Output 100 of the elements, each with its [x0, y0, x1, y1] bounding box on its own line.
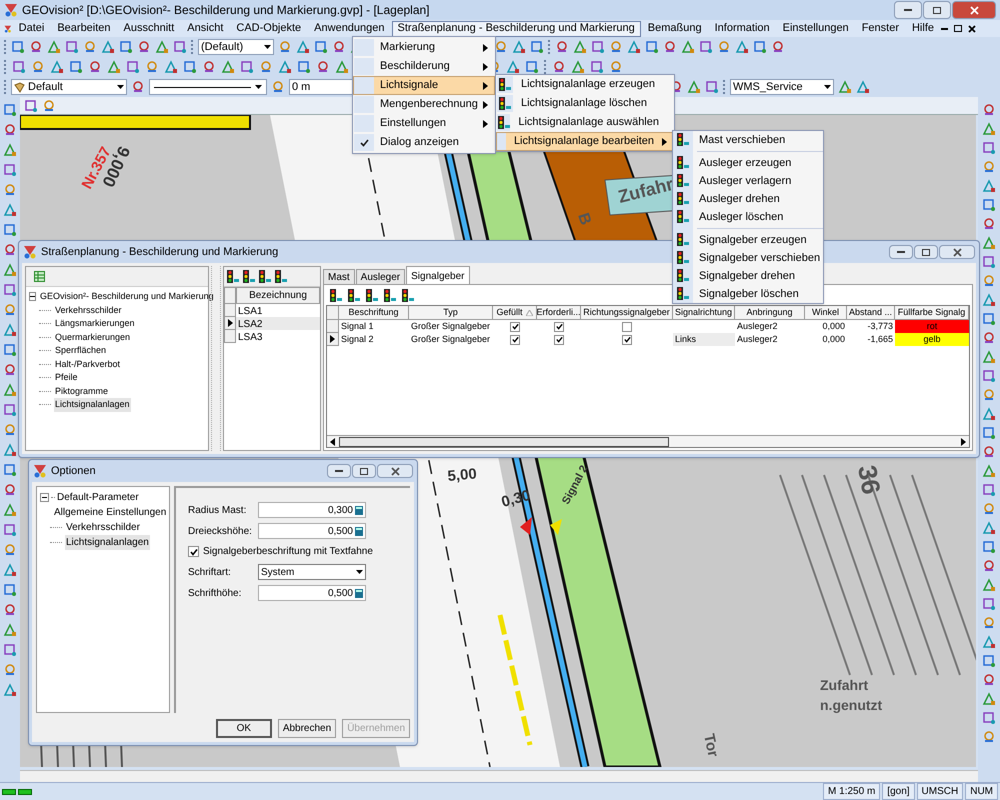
tool-icon[interactable]: [717, 40, 731, 54]
menu-entry[interactable]: Ausleger löschen: [673, 208, 823, 226]
tool-icon[interactable]: [982, 293, 996, 307]
tool-icon[interactable]: [42, 98, 56, 112]
menu-entry[interactable]: Signalgeber erzeugen: [673, 231, 823, 249]
tool-icon[interactable]: [107, 60, 121, 74]
tool-icon[interactable]: [591, 40, 605, 54]
calculator-icon[interactable]: [355, 588, 363, 598]
tool-icon[interactable]: [3, 243, 17, 257]
tool-icon[interactable]: [753, 40, 767, 54]
tool-icon[interactable]: [297, 60, 311, 74]
tool-icon[interactable]: [259, 60, 273, 74]
tool-icon[interactable]: [173, 40, 187, 54]
tool-icon[interactable]: [119, 40, 133, 54]
tool-icon[interactable]: [609, 40, 623, 54]
menu-item[interactable]: Ausschnitt: [118, 20, 180, 36]
menu-item[interactable]: Hilfe: [906, 20, 940, 36]
tool-icon[interactable]: [65, 40, 79, 54]
tool-icon[interactable]: [3, 123, 17, 137]
menu-entry[interactable]: Mast verschieben: [673, 131, 823, 149]
tool-icon[interactable]: [982, 616, 996, 630]
checkbox[interactable]: [510, 322, 520, 332]
tool-icon[interactable]: [982, 274, 996, 288]
tool-icon[interactable]: [663, 40, 677, 54]
tree-item[interactable]: Pfeile: [54, 371, 79, 384]
tool-icon[interactable]: [735, 40, 749, 54]
tree-item[interactable]: Längsmarkierungen: [54, 317, 136, 330]
tool-icon[interactable]: [3, 543, 17, 557]
row-marker[interactable]: [327, 333, 339, 346]
layer-combo[interactable]: Default: [11, 79, 127, 95]
tool-icon[interactable]: [3, 403, 17, 417]
tool-icon[interactable]: [982, 464, 996, 478]
tool-icon[interactable]: [982, 635, 996, 649]
menu-entry[interactable]: Signalgeber verschieben: [673, 249, 823, 267]
tool-icon[interactable]: [982, 673, 996, 687]
column-header[interactable]: Beschriftung: [339, 306, 409, 320]
style-combo[interactable]: (Default): [198, 39, 274, 55]
tool-icon[interactable]: [240, 60, 254, 74]
tool-icon[interactable]: [3, 443, 17, 457]
column-header[interactable]: Abstand ...: [847, 306, 895, 320]
tool-icon[interactable]: [316, 60, 330, 74]
tool-icon[interactable]: [278, 60, 292, 74]
menu-item[interactable]: Ansicht: [181, 20, 230, 36]
tool-icon[interactable]: [982, 141, 996, 155]
tree-item[interactable]: Default-Parameter: [57, 490, 139, 505]
tree-item[interactable]: Halt-/Parkverbot: [54, 358, 122, 371]
menu-entry[interactable]: Ausleger verlagern: [673, 172, 823, 190]
tool-icon[interactable]: [982, 103, 996, 117]
menu-entry[interactable]: Ausleger erzeugen: [673, 154, 823, 172]
tool-icon[interactable]: [3, 463, 17, 477]
font-select[interactable]: System: [258, 564, 366, 580]
tool-icon[interactable]: [3, 203, 17, 217]
tool-icon[interactable]: [771, 40, 785, 54]
tree-item[interactable]: GEOvision²- Beschilderung und Markierung: [40, 290, 214, 304]
menu-entry[interactable]: Mengenberechnung: [353, 95, 495, 114]
tool-icon[interactable]: [982, 369, 996, 383]
tool-icon[interactable]: [3, 283, 17, 297]
tool-icon[interactable]: [3, 683, 17, 697]
row-marker[interactable]: [224, 317, 236, 330]
tree-item[interactable]: Sperrflächen: [54, 344, 108, 358]
horizontal-scrollbar[interactable]: [20, 770, 978, 782]
tree-item[interactable]: Allgemeine Einstellungen: [53, 505, 168, 520]
menu-item[interactable]: Bemaßung: [642, 20, 708, 36]
close-icon[interactable]: [968, 24, 976, 32]
tool-icon[interactable]: [3, 623, 17, 637]
tool-icon[interactable]: [12, 60, 26, 74]
column-header[interactable]: Erforderli...: [537, 306, 581, 320]
tool-icon[interactable]: [88, 60, 102, 74]
menu-entry[interactable]: Dialog anzeigen: [353, 133, 495, 152]
tool-icon[interactable]: [271, 80, 285, 94]
horizontal-scrollbar[interactable]: [327, 435, 969, 447]
tool-icon[interactable]: [3, 223, 17, 237]
tool-icon[interactable]: [687, 80, 701, 94]
tool-icon[interactable]: [3, 523, 17, 537]
tool-icon[interactable]: [47, 40, 61, 54]
tool-icon[interactable]: [573, 40, 587, 54]
tool-icon[interactable]: [29, 40, 43, 54]
menu-entry[interactable]: Lichtsignale: [353, 76, 495, 95]
tool-icon[interactable]: [3, 663, 17, 677]
tool-icon[interactable]: [681, 40, 695, 54]
tool-icon[interactable]: [145, 60, 159, 74]
menu-entry[interactable]: Ausleger drehen: [673, 190, 823, 208]
menu-item[interactable]: Fenster: [856, 20, 905, 36]
service-combo[interactable]: WMS_Service: [730, 79, 834, 95]
tool-icon[interactable]: [590, 60, 604, 74]
tool-icon[interactable]: [3, 603, 17, 617]
menu-entry[interactable]: Markierung: [353, 38, 495, 57]
minimize-icon[interactable]: [941, 28, 948, 30]
tool-icon[interactable]: [3, 483, 17, 497]
menu-entry[interactable]: Signalgeber drehen: [673, 267, 823, 285]
tab[interactable]: Ausleger: [356, 269, 406, 284]
checkbox[interactable]: [622, 322, 632, 332]
column-header[interactable]: Gefüllt: [493, 306, 537, 320]
tool-icon[interactable]: [552, 60, 566, 74]
checkbox[interactable]: [554, 334, 564, 344]
tool-icon[interactable]: [83, 40, 97, 54]
checkbox[interactable]: [622, 334, 632, 344]
tool-icon[interactable]: [699, 40, 713, 54]
menu-item[interactable]: CAD-Objekte: [230, 20, 308, 36]
dialog-button[interactable]: OK: [216, 719, 272, 738]
